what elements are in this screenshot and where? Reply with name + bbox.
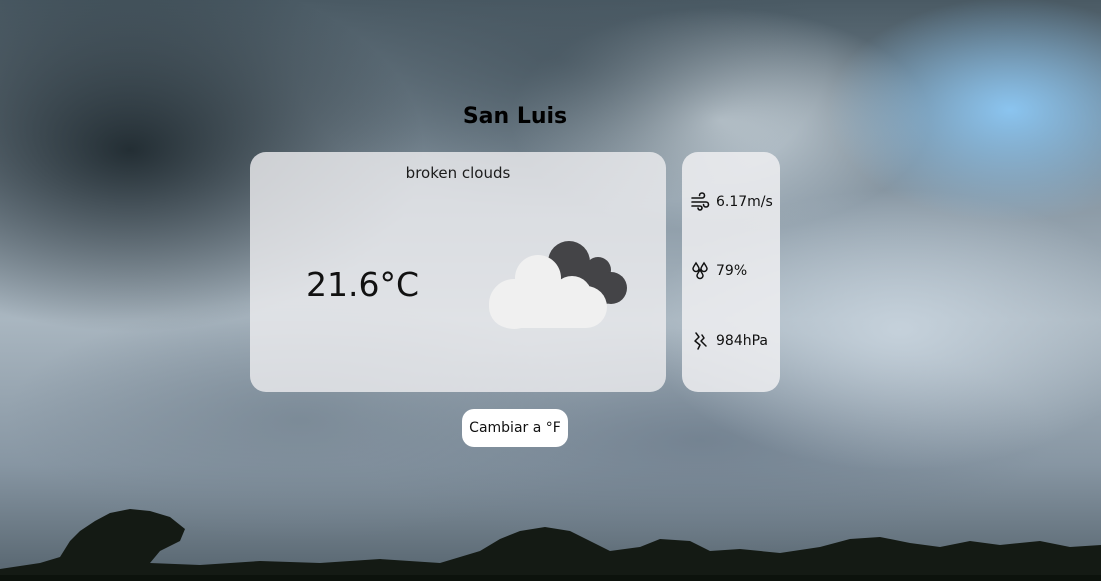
pressure-icon xyxy=(694,332,707,350)
weather-description: broken clouds xyxy=(405,164,511,182)
wind-stat: 6.17m/s xyxy=(690,191,773,213)
temperature-value: 21.6°C xyxy=(306,265,420,304)
humidity-value: 79% xyxy=(716,263,748,279)
city-title: San Luis xyxy=(462,104,568,129)
broken-clouds-icon xyxy=(489,241,627,329)
wind-icon xyxy=(691,192,710,211)
humidity-stat: 79% xyxy=(690,260,747,282)
toggle-fahrenheit-button[interactable]: Cambiar a °F xyxy=(462,409,568,447)
pressure-stat: 984hPa xyxy=(690,330,768,352)
treeline-silhouette xyxy=(0,509,1101,581)
wind-speed-value: 6.17m/s xyxy=(716,194,773,210)
humidity-drops-icon xyxy=(692,261,708,280)
pressure-value: 984hPa xyxy=(716,333,768,349)
